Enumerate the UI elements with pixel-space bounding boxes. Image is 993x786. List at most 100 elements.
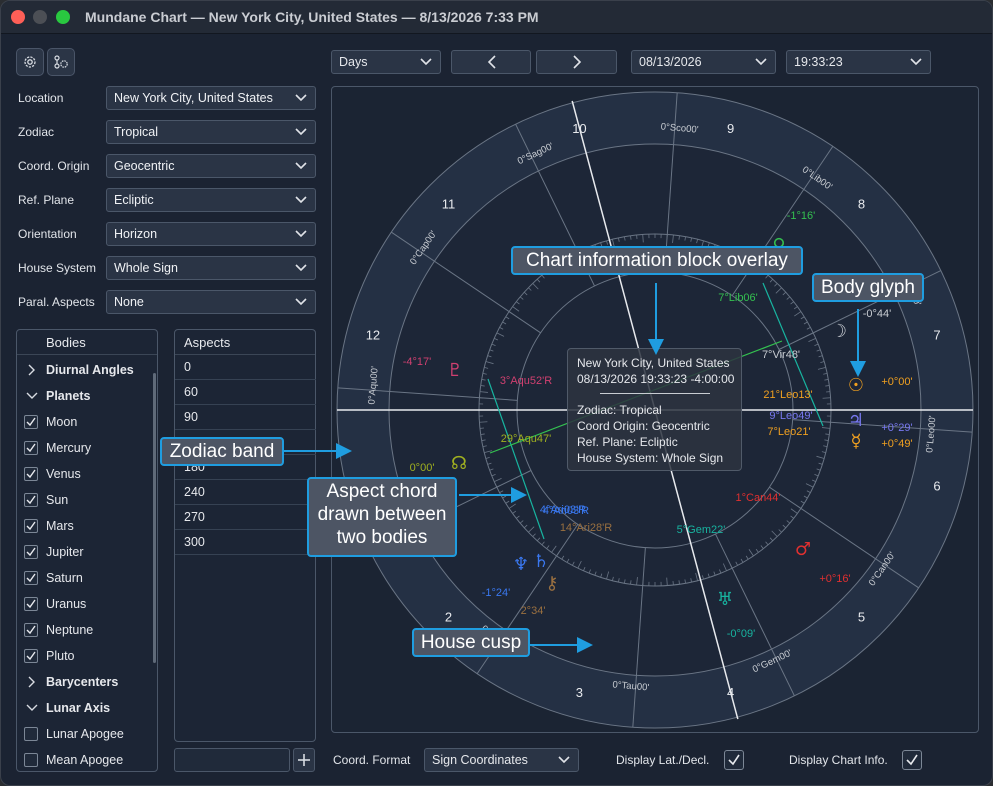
info-houses: House System: Whole Sign	[577, 451, 724, 465]
chevron-down-icon	[295, 128, 307, 136]
info-zodiac: Zodiac: Tropical	[577, 403, 662, 417]
tree-group[interactable]: Lunar Axis	[17, 695, 157, 721]
checkmark-icon	[26, 625, 36, 635]
body-checkbox[interactable]	[24, 753, 38, 767]
body-checkbox[interactable]	[24, 623, 38, 637]
tree-label: Mean Apogee	[46, 753, 124, 767]
tree-item[interactable]: Uranus	[17, 591, 157, 617]
aspect-value: 0	[184, 360, 191, 374]
aspect-row[interactable]: 0	[175, 355, 316, 380]
tree-item[interactable]: Mean Apogee	[17, 747, 157, 773]
callout-house-cusp: House cusp	[412, 628, 530, 657]
aspect-row[interactable]: 240	[175, 480, 316, 505]
chart-settings-button[interactable]	[47, 48, 75, 76]
setting-select-orientation[interactable]: Horizon	[106, 222, 316, 246]
tree-label: Neptune	[46, 623, 94, 637]
checkmark-icon	[728, 754, 740, 766]
tree-group[interactable]: Planets	[17, 383, 157, 409]
setting-select-zodiac[interactable]: Tropical	[106, 120, 316, 144]
body-checkbox[interactable]	[24, 571, 38, 585]
setting-label: Ref. Plane	[18, 193, 75, 207]
minimize-window-button[interactable]	[33, 10, 47, 24]
setting-select-ref-plane[interactable]: Ecliptic	[106, 188, 316, 212]
tree-group[interactable]: Barycenters	[17, 669, 157, 695]
chevron-down-icon	[295, 162, 307, 170]
body-checkbox[interactable]	[24, 415, 38, 429]
previous-step-button[interactable]	[451, 50, 531, 74]
time-picker[interactable]: 19:33:23	[786, 50, 931, 74]
callout-zodiac-band: Zodiac band	[160, 437, 284, 466]
chevron-down-icon	[295, 94, 307, 102]
checkmark-icon	[26, 599, 36, 609]
tree-item[interactable]: Sun	[17, 487, 157, 513]
app-window: Mundane Chart — New York City, United St…	[0, 0, 993, 786]
tree-item[interactable]: Moon	[17, 409, 157, 435]
date-picker[interactable]: 08/13/2026	[631, 50, 776, 74]
checkmark-icon	[26, 651, 36, 661]
setting-select-coord-origin[interactable]: Geocentric	[106, 154, 316, 178]
chevron-right-icon[interactable]	[26, 676, 38, 688]
bodies-scrollbar[interactable]	[153, 373, 156, 663]
tree-item[interactable]: Jupiter	[17, 539, 157, 565]
tree-item[interactable]: Neptune	[17, 617, 157, 643]
tree-item[interactable]: Venus	[17, 461, 157, 487]
chevron-down-icon[interactable]	[26, 390, 38, 402]
body-checkbox[interactable]	[24, 467, 38, 481]
next-step-button[interactable]	[536, 50, 617, 74]
setting-select-location[interactable]: New York City, United States	[106, 86, 316, 110]
chevron-left-icon	[487, 55, 496, 69]
tree-label: Saturn	[46, 571, 83, 585]
body-checkbox[interactable]	[24, 493, 38, 507]
coord-format-select[interactable]: Sign Coordinates	[424, 748, 579, 772]
title-bar: Mundane Chart — New York City, United St…	[1, 1, 992, 34]
tree-label: Jupiter	[46, 545, 84, 559]
settings-button[interactable]	[16, 48, 44, 76]
maximize-window-button[interactable]	[56, 10, 70, 24]
chevron-down-icon	[420, 58, 432, 66]
aspect-value: 60	[184, 385, 198, 399]
chevron-down-icon[interactable]	[26, 702, 38, 714]
aspect-row[interactable]: 90	[175, 405, 316, 430]
new-aspect-input[interactable]	[174, 748, 290, 772]
tree-item[interactable]: Saturn	[17, 565, 157, 591]
setting-select-paral-aspects[interactable]: None	[106, 290, 316, 314]
aspect-value: 300	[184, 535, 205, 549]
setting-select-house-system[interactable]: Whole Sign	[106, 256, 316, 280]
body-checkbox[interactable]	[24, 519, 38, 533]
setting-label: Location	[18, 91, 64, 105]
tree-group[interactable]: Diurnal Angles	[17, 357, 157, 383]
aspect-row[interactable]: 270	[175, 505, 316, 530]
setting-value: Geocentric	[114, 159, 175, 173]
callout-body-glyph: Body glyph	[812, 273, 924, 302]
close-window-button[interactable]	[11, 10, 25, 24]
tree-label: Sun	[46, 493, 69, 507]
info-origin: Coord Origin: Geocentric	[577, 419, 710, 433]
tree-label: Barycenters	[46, 675, 119, 689]
checkmark-icon	[26, 469, 36, 479]
body-checkbox[interactable]	[24, 727, 38, 741]
info-plane: Ref. Plane: Ecliptic	[577, 435, 678, 449]
aspect-row[interactable]: 300	[175, 530, 316, 555]
tree-item[interactable]: Pluto	[17, 643, 157, 669]
body-checkbox[interactable]	[24, 545, 38, 559]
body-checkbox[interactable]	[24, 649, 38, 663]
tree-label: Lunar Apogee	[46, 727, 124, 741]
add-aspect-button[interactable]	[293, 748, 315, 772]
tree-item[interactable]: Mars	[17, 513, 157, 539]
plus-icon	[298, 754, 310, 766]
display-chartinfo-label: Display Chart Info.	[789, 753, 888, 767]
checkmark-icon	[26, 547, 36, 557]
body-checkbox[interactable]	[24, 597, 38, 611]
chevron-down-icon	[910, 58, 922, 66]
aspect-value: 240	[184, 485, 205, 499]
chevron-right-icon[interactable]	[26, 364, 38, 376]
tree-item[interactable]: Lunar Apogee	[17, 721, 157, 747]
display-chartinfo-checkbox[interactable]	[902, 750, 922, 770]
display-latdecl-checkbox[interactable]	[724, 750, 744, 770]
body-checkbox[interactable]	[24, 441, 38, 455]
tree-item[interactable]: Mercury	[17, 435, 157, 461]
checkmark-icon	[26, 495, 36, 505]
time-step-select[interactable]: Days	[331, 50, 441, 74]
aspect-row[interactable]: 60	[175, 380, 316, 405]
checkmark-icon	[26, 521, 36, 531]
